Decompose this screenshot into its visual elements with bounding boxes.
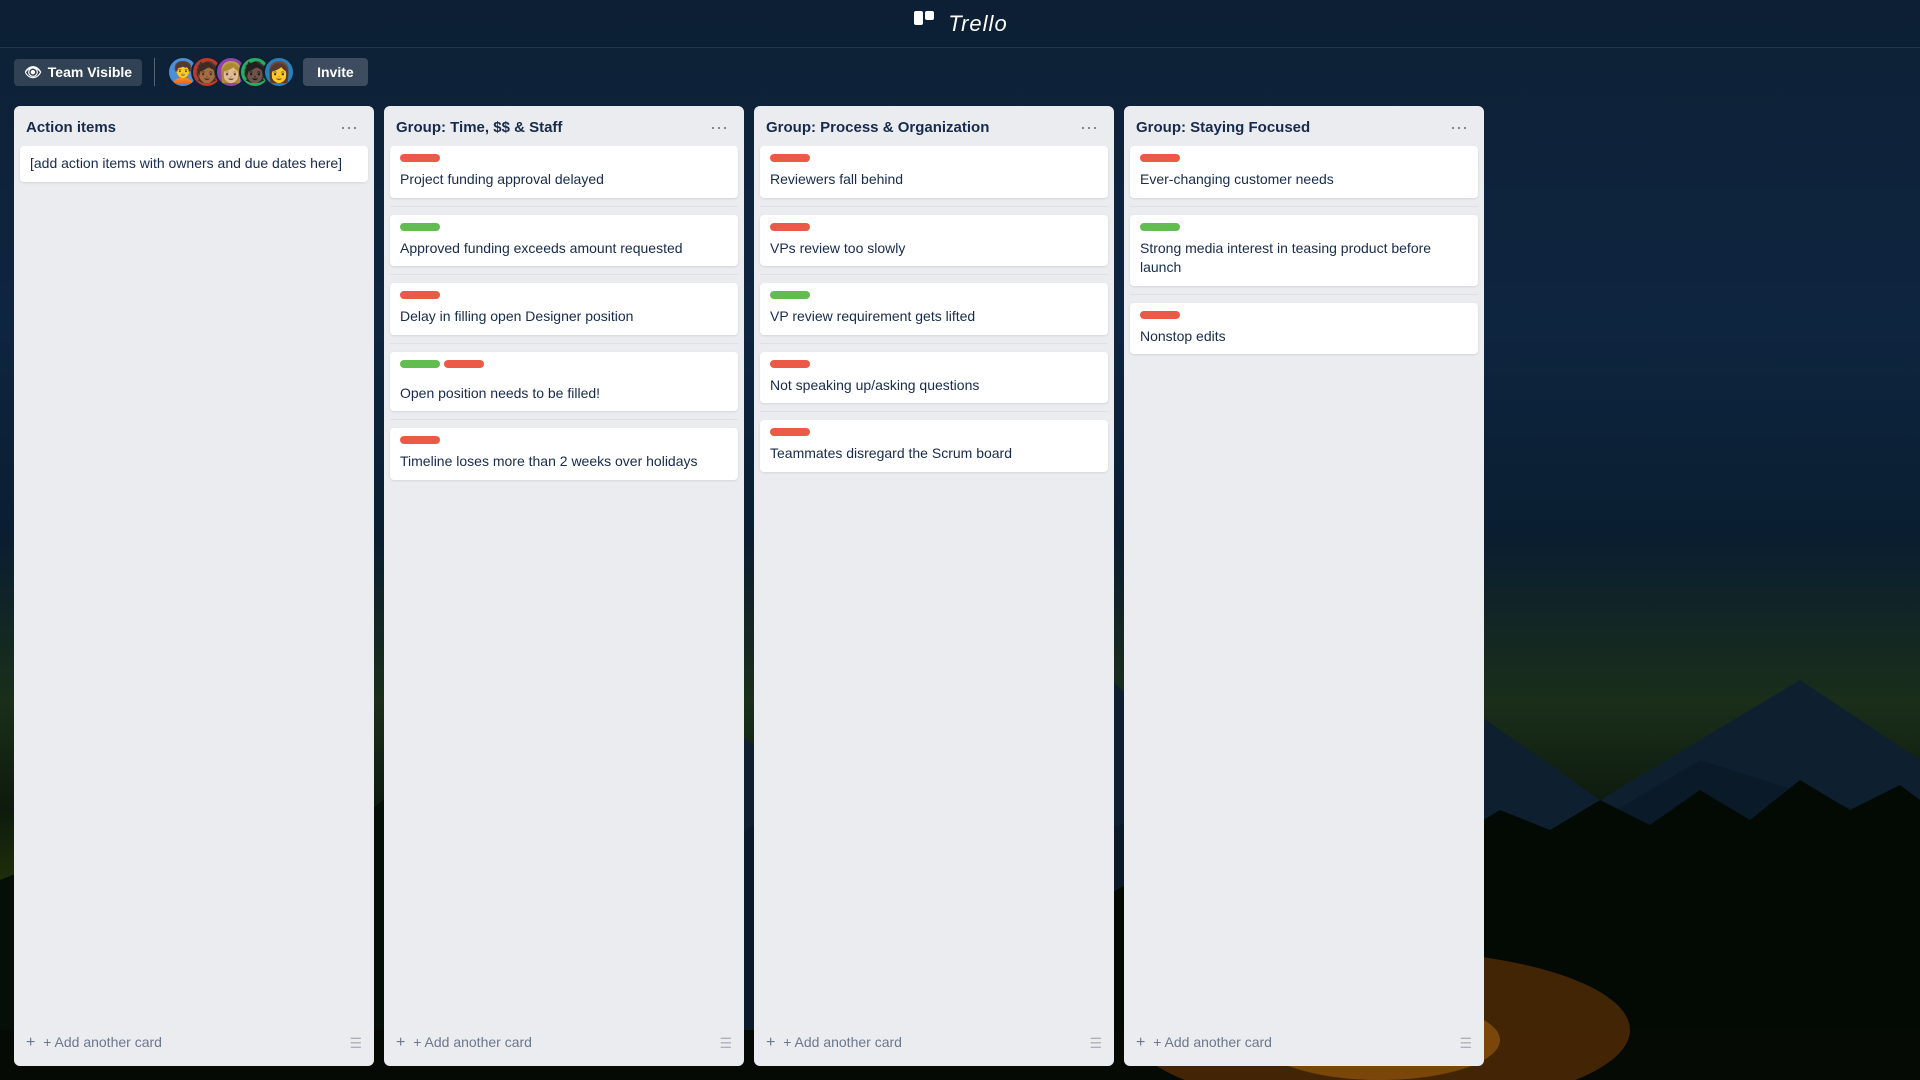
column-action-items: Action items ··· [add action items with …	[14, 106, 374, 1066]
invite-button[interactable]: Invite	[303, 58, 368, 86]
column-title-focused: Group: Staying Focused	[1136, 119, 1310, 136]
column-menu-button-focused[interactable]: ···	[1446, 116, 1472, 138]
column-menu-button-time[interactable]: ···	[706, 116, 732, 138]
card-t1[interactable]: Project funding approval delayed	[390, 146, 738, 198]
card-t2-text: Approved funding exceeds amount requeste…	[400, 239, 728, 259]
card-t4-text: Open position needs to be filled!	[400, 384, 728, 404]
label-t5	[400, 436, 440, 444]
add-card-button-process[interactable]: + + Add another card ☰	[754, 1026, 1114, 1060]
toolbar: 👁 Team Visible 🧑‍🦱 🧑🏾 👩🏼 🧑🏿 👩 Invite	[0, 48, 1920, 96]
label-p2	[770, 223, 810, 231]
label-p1	[770, 154, 810, 162]
column-process: Group: Process & Organization ··· Review…	[754, 106, 1114, 1066]
card-p1-text: Reviewers fall behind	[770, 170, 1098, 190]
add-icon-time: +	[396, 1034, 405, 1051]
card-p2-text: VPs review too slowly	[770, 239, 1098, 259]
add-card-label-time: + Add another card	[413, 1034, 532, 1050]
template-icon-process: ☰	[1089, 1035, 1102, 1052]
column-title-action-items: Action items	[26, 119, 116, 136]
card-p5[interactable]: Teammates disregard the Scrum board	[760, 420, 1108, 472]
add-card-button-time[interactable]: + + Add another card ☰	[384, 1026, 744, 1060]
header-logo: Trello	[912, 9, 1007, 39]
toolbar-divider	[154, 58, 155, 86]
column-title-process: Group: Process & Organization	[766, 119, 989, 136]
card-f1-text: Ever-changing customer needs	[1140, 170, 1468, 190]
card-t2[interactable]: Approved funding exceeds amount requeste…	[390, 215, 738, 267]
column-cards-focused: Ever-changing customer needs Strong medi…	[1124, 146, 1484, 1022]
card-t1-text: Project funding approval delayed	[400, 170, 728, 190]
add-card-button-action[interactable]: + + Add another card ☰	[14, 1026, 374, 1060]
column-time-staff: Group: Time, $$ & Staff ··· Project fund…	[384, 106, 744, 1066]
card-f1[interactable]: Ever-changing customer needs	[1130, 146, 1478, 198]
template-icon-focused: ☰	[1459, 1035, 1472, 1052]
label-f3	[1140, 311, 1180, 319]
column-focused: Group: Staying Focused ··· Ever-changing…	[1124, 106, 1484, 1066]
column-menu-button-process[interactable]: ···	[1076, 116, 1102, 138]
card-a1[interactable]: [add action items with owners and due da…	[20, 146, 368, 182]
column-cards-process: Reviewers fall behind VPs review too slo…	[754, 146, 1114, 1022]
card-t5[interactable]: Timeline loses more than 2 weeks over ho…	[390, 428, 738, 480]
template-icon-action: ☰	[349, 1035, 362, 1052]
trello-logo-icon	[912, 9, 936, 39]
column-header-action-items: Action items ···	[14, 106, 374, 146]
avatar-5[interactable]: 👩	[263, 56, 295, 88]
card-t3[interactable]: Delay in filling open Designer position	[390, 283, 738, 335]
card-f3[interactable]: Nonstop edits	[1130, 303, 1478, 355]
team-visible-button[interactable]: 👁 Team Visible	[14, 59, 142, 86]
card-p1[interactable]: Reviewers fall behind	[760, 146, 1108, 198]
label-p3	[770, 291, 810, 299]
add-card-label-focused: + Add another card	[1153, 1034, 1272, 1050]
card-a1-text: [add action items with owners and due da…	[30, 154, 358, 174]
card-p3[interactable]: VP review requirement gets lifted	[760, 283, 1108, 335]
label-t3	[400, 291, 440, 299]
card-p2[interactable]: VPs review too slowly	[760, 215, 1108, 267]
label-t1	[400, 154, 440, 162]
card-p5-text: Teammates disregard the Scrum board	[770, 444, 1098, 464]
column-header-process: Group: Process & Organization ···	[754, 106, 1114, 146]
card-f3-text: Nonstop edits	[1140, 327, 1468, 347]
add-icon-process: +	[766, 1034, 775, 1051]
column-cards-time: Project funding approval delayed Approve…	[384, 146, 744, 1022]
card-p3-text: VP review requirement gets lifted	[770, 307, 1098, 327]
column-cards-action: [add action items with owners and due da…	[14, 146, 374, 1022]
column-title-time: Group: Time, $$ & Staff	[396, 119, 562, 136]
add-card-button-focused[interactable]: + + Add another card ☰	[1124, 1026, 1484, 1060]
header: Trello	[0, 0, 1920, 48]
label-f1	[1140, 154, 1180, 162]
card-t5-text: Timeline loses more than 2 weeks over ho…	[400, 452, 728, 472]
column-header-time: Group: Time, $$ & Staff ···	[384, 106, 744, 146]
label-p4	[770, 360, 810, 368]
add-icon-focused: +	[1136, 1034, 1145, 1051]
column-header-focused: Group: Staying Focused ···	[1124, 106, 1484, 146]
trello-logo-text: Trello	[948, 11, 1007, 37]
avatar-group: 🧑‍🦱 🧑🏾 👩🏼 🧑🏿 👩	[167, 56, 295, 88]
labels-t4-row	[400, 360, 728, 376]
label-f2	[1140, 223, 1180, 231]
card-p4[interactable]: Not speaking up/asking questions	[760, 352, 1108, 404]
card-f2-text: Strong media interest in teasing product…	[1140, 239, 1468, 278]
add-card-label-process: + Add another card	[783, 1034, 902, 1050]
add-card-label-action: + Add another card	[43, 1034, 162, 1050]
label-t4-green	[400, 360, 440, 368]
card-p4-text: Not speaking up/asking questions	[770, 376, 1098, 396]
column-menu-button-action[interactable]: ···	[336, 116, 362, 138]
team-icon: 👁	[24, 64, 42, 81]
card-t3-text: Delay in filling open Designer position	[400, 307, 728, 327]
label-t4-red	[444, 360, 484, 368]
template-icon-time: ☰	[719, 1035, 732, 1052]
board: Action items ··· [add action items with …	[0, 96, 1920, 1076]
card-t4[interactable]: Open position needs to be filled!	[390, 352, 738, 412]
label-p5	[770, 428, 810, 436]
card-f2[interactable]: Strong media interest in teasing product…	[1130, 215, 1478, 286]
label-t2	[400, 223, 440, 231]
add-icon-action: +	[26, 1034, 35, 1051]
team-label: Team Visible	[48, 64, 132, 80]
